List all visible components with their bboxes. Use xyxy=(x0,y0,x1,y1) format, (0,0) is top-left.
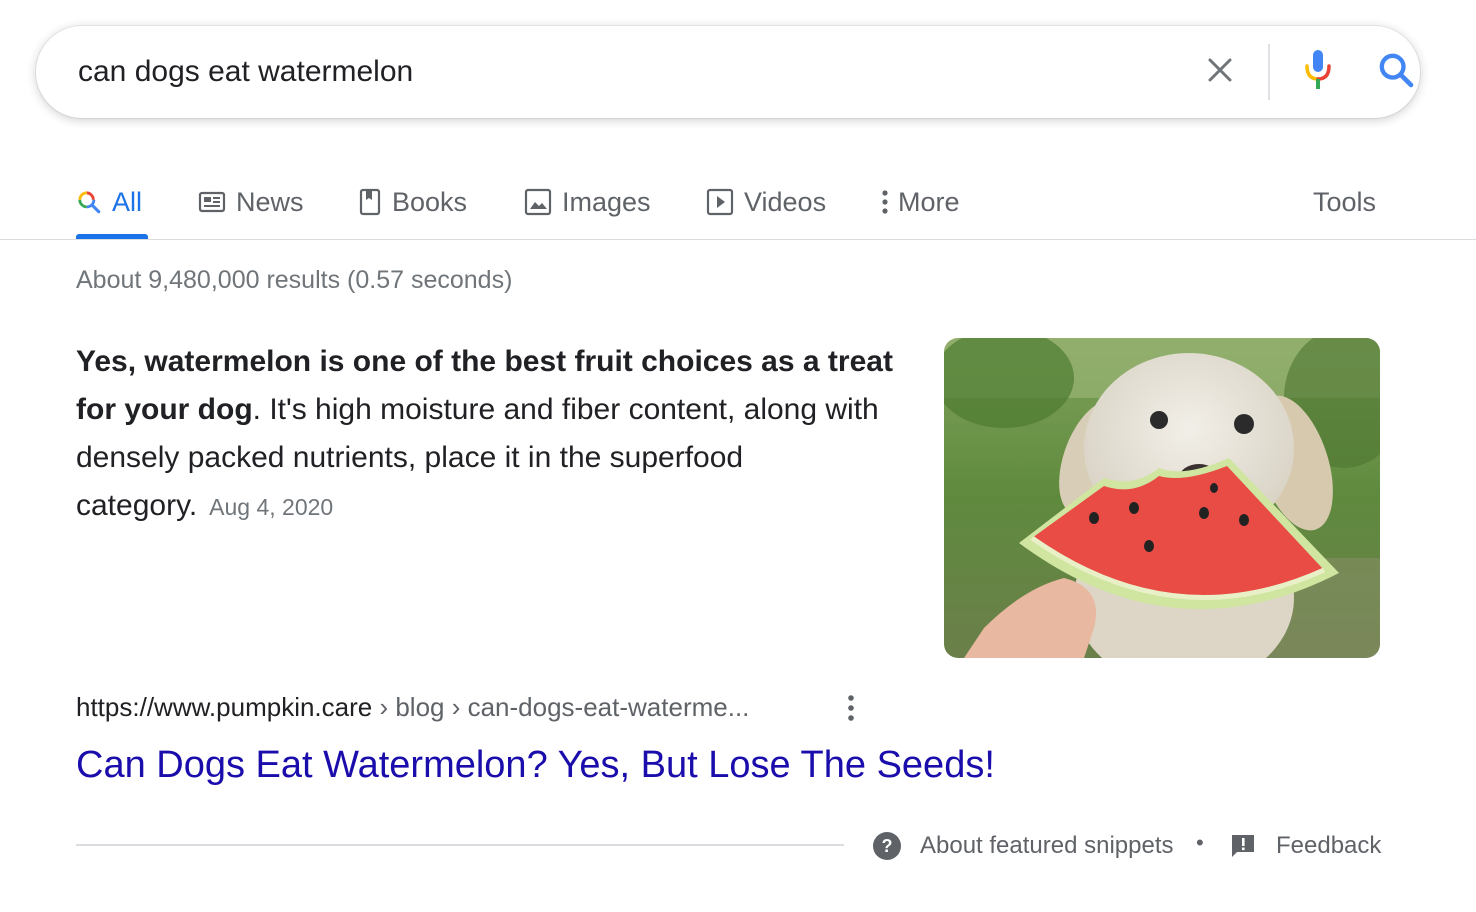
search-icon xyxy=(1376,50,1416,95)
tabs-divider xyxy=(0,239,1476,240)
more-vert-icon xyxy=(880,188,890,216)
more-vert-icon xyxy=(846,693,856,728)
snippet-image[interactable] xyxy=(944,338,1380,658)
tools-button[interactable]: Tools xyxy=(1313,178,1376,226)
tab-label: Images xyxy=(562,186,651,217)
tab-label: All xyxy=(112,186,143,217)
tab-label: News xyxy=(236,186,304,217)
search-box-divider xyxy=(1268,44,1270,100)
feedback-label: Feedback xyxy=(1276,832,1382,859)
snippet-divider xyxy=(76,844,844,846)
search-button[interactable] xyxy=(1372,48,1420,96)
result-domain: https://www.pumpkin.care xyxy=(76,692,373,722)
microphone-icon xyxy=(1302,48,1334,97)
feedback-link[interactable]: Feedback xyxy=(1230,828,1381,864)
tab-more[interactable]: More xyxy=(880,178,960,226)
search-box xyxy=(36,26,1420,118)
voice-search-button[interactable] xyxy=(1298,48,1338,96)
tools-label: Tools xyxy=(1313,186,1377,217)
book-icon xyxy=(358,188,382,216)
result-stats: About 9,480,000 results (0.57 seconds) xyxy=(76,266,513,294)
result-breadcrumbs: › blog › can-dogs-eat-waterme... xyxy=(372,692,750,722)
result-title-link[interactable]: Can Dogs Eat Watermelon? Yes, But Lose T… xyxy=(76,744,995,787)
tab-label: Videos xyxy=(744,186,827,217)
tab-label: Books xyxy=(392,186,468,217)
help-icon: ? xyxy=(872,831,902,861)
clear-button[interactable] xyxy=(1194,52,1246,92)
search-tabs: All News Books Images Videos More Tools xyxy=(76,170,1400,240)
svg-text:?: ? xyxy=(882,836,893,856)
footer-separator: • xyxy=(1196,830,1204,855)
featured-snippet-text: Yes, watermelon is one of the best fruit… xyxy=(76,338,916,531)
tab-videos[interactable]: Videos xyxy=(706,178,826,226)
search-input[interactable] xyxy=(78,48,1158,96)
tab-books[interactable]: Books xyxy=(358,178,467,226)
about-featured-snippets-label: About featured snippets xyxy=(920,832,1174,859)
tab-label: More xyxy=(898,186,960,217)
tab-news[interactable]: News xyxy=(198,178,304,226)
tab-images[interactable]: Images xyxy=(524,178,651,226)
tab-all[interactable]: All xyxy=(76,178,142,226)
search-icon xyxy=(76,189,102,215)
result-options-button[interactable] xyxy=(836,692,866,728)
feedback-icon xyxy=(1230,833,1256,859)
news-icon xyxy=(198,190,226,214)
snippet-date: Aug 4, 2020 xyxy=(209,494,334,520)
dog-watermelon-image xyxy=(944,338,1380,658)
image-icon xyxy=(524,188,552,216)
result-url[interactable]: https://www.pumpkin.care › blog › can-do… xyxy=(76,692,749,723)
about-featured-snippets-link[interactable]: ? About featured snippets xyxy=(872,828,1174,864)
play-icon xyxy=(706,188,734,216)
close-icon xyxy=(1205,55,1235,90)
